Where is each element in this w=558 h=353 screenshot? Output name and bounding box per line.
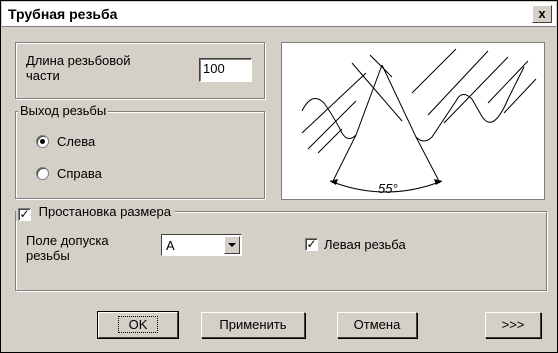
- thread-profile-drawing: 55°: [281, 42, 545, 200]
- angle-label: 55°: [378, 181, 398, 196]
- exit-left-label[interactable]: Слева: [57, 134, 95, 149]
- chevron-down-icon[interactable]: [224, 236, 240, 254]
- thread-exit-group: Выход резьбы Слева Справа: [15, 104, 265, 199]
- length-label: Длина резьбовой части: [26, 53, 131, 83]
- left-thread-label[interactable]: Левая резьба: [324, 237, 406, 252]
- ok-button-label: OK: [117, 316, 159, 333]
- close-button[interactable]: x: [532, 5, 552, 23]
- more-button[interactable]: >>>: [485, 312, 541, 338]
- window-title: Трубная резьба: [8, 6, 118, 22]
- ok-button[interactable]: OK: [97, 311, 179, 339]
- dimension-caption-wrap: ✓ Простановка размера: [16, 205, 175, 221]
- dimension-checkbox[interactable]: ✓: [18, 208, 31, 221]
- thread-exit-caption: Выход резьбы: [18, 103, 109, 118]
- dialog-window: Трубная резьба x Длина резьбовой части 1…: [0, 0, 558, 353]
- thread-profile-svg: 55°: [301, 48, 537, 196]
- tolerance-label: Поле допуска резьбы: [26, 233, 109, 263]
- tolerance-value: A: [166, 238, 175, 253]
- left-thread-checkbox[interactable]: ✓: [305, 238, 318, 251]
- apply-button[interactable]: Применить: [201, 312, 305, 338]
- tolerance-select[interactable]: A: [161, 234, 242, 256]
- exit-right-label[interactable]: Справа: [57, 166, 102, 181]
- length-panel: Длина резьбовой части 100: [15, 42, 265, 99]
- exit-right-radio[interactable]: [36, 167, 49, 180]
- dimension-panel: ✓ Простановка размера Поле допуска резьб…: [15, 205, 547, 291]
- close-icon: x: [538, 6, 546, 21]
- cancel-button[interactable]: Отмена: [337, 312, 417, 338]
- title-bar[interactable]: Трубная резьба x: [2, 2, 556, 27]
- length-input[interactable]: 100: [199, 58, 252, 82]
- dimension-label[interactable]: Простановка размера: [39, 204, 171, 219]
- exit-left-radio[interactable]: [36, 135, 49, 148]
